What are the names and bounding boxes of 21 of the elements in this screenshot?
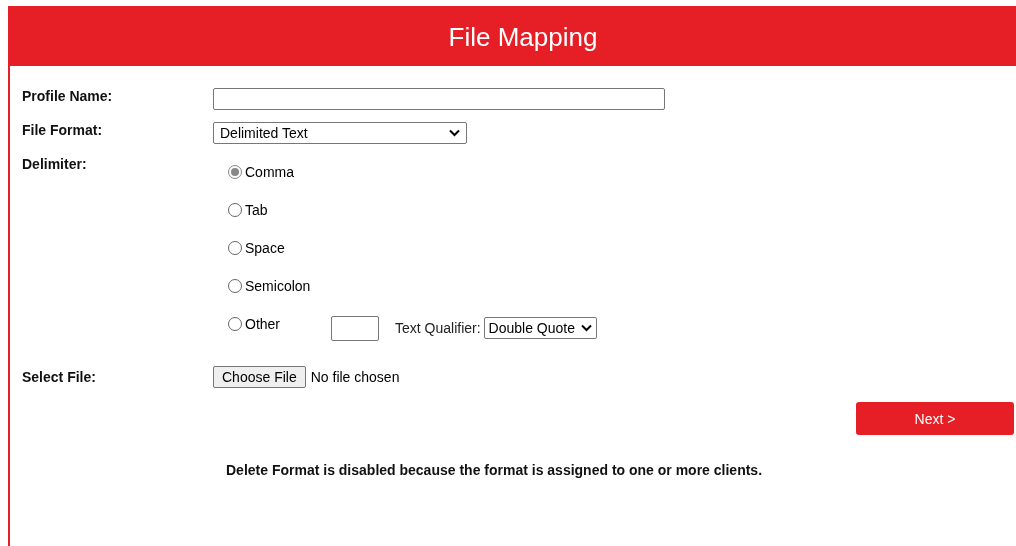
chevron-down-icon <box>581 324 592 332</box>
field-label: Text Qualifier: <box>395 320 481 336</box>
input-field[interactable] <box>213 88 665 110</box>
field-label: Select File: <box>22 369 97 385</box>
radio-label: Space <box>245 240 285 256</box>
input-field[interactable] <box>331 315 379 341</box>
page-title: File Mapping <box>448 21 598 53</box>
radio-label: Semicolon <box>245 278 311 294</box>
field-label: Delimiter: <box>22 156 88 172</box>
radio-label: Comma <box>245 164 294 180</box>
info-message: Delete Format is disabled because the format is assigned to one or more clients. <box>226 462 764 478</box>
chevron-down-icon <box>449 129 460 137</box>
dropdown[interactable]: Delimited Text <box>213 122 467 144</box>
file-status: No file chosen <box>310 369 400 385</box>
field-label: Profile Name: <box>22 88 114 104</box>
radio-label: Tab <box>245 202 268 218</box>
radio-label: Other <box>245 316 280 332</box>
dropdown[interactable]: Double Quote <box>483 317 597 339</box>
next-button[interactable]: Next > <box>856 402 1014 435</box>
choose-file-button[interactable]: Choose File <box>213 366 306 388</box>
field-label: File Format: <box>22 122 104 138</box>
